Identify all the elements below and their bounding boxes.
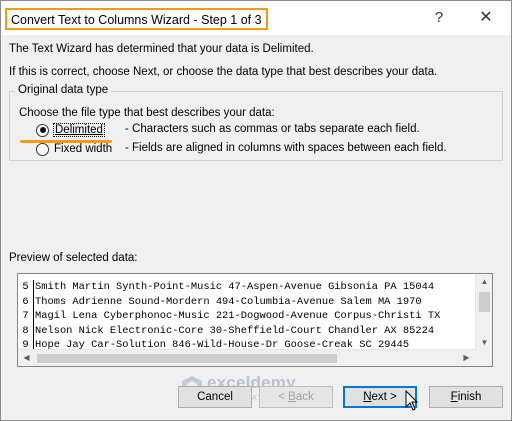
finish-suffix: inish [457,391,482,403]
finish-button[interactable]: Finish [429,386,503,408]
fixed-width-label[interactable]: Fixed width [54,143,112,155]
preview-row: 5 Smith Martin Synth-Point-Music 47-Aspe… [18,280,476,295]
scroll-up-arrow-icon[interactable]: ▲ [476,274,492,289]
horizontal-scroll-thumb[interactable] [37,354,337,363]
title-bar: Convert Text to Columns Wizard - Step 1 … [1,1,511,35]
vertical-scroll-thumb[interactable] [479,292,490,312]
close-button[interactable]: ✕ [471,7,501,29]
delimited-label[interactable]: Delimited [53,123,105,137]
group-prompt: Choose the file type that best describes… [19,107,275,119]
row-text: Magil Lena Cyberphonoc-Music 221-Dogwood… [35,310,441,322]
next-suffix: ext > [371,391,397,403]
row-text: Thoms Adrienne Sound-Mordern 494-Columbi… [35,295,422,308]
vertical-scrollbar[interactable]: ▲ ▼ [475,274,492,350]
fixed-width-radio-button[interactable] [36,142,49,156]
back-accesskey: B [288,391,296,403]
preview-row: 8 Nelson Nick Electronic-Core 30-Sheffie… [18,323,476,338]
preview-row: 6 Thoms Adrienne Sound-Mordern 494-Colum… [18,294,476,309]
finish-accesskey: F [450,391,458,403]
back-prefix: < [278,391,289,403]
scroll-down-arrow-icon[interactable]: ▼ [476,335,492,350]
mouse-pointer-icon [405,390,419,411]
next-accesskey: N [363,391,372,403]
text-to-columns-dialog: Convert Text to Columns Wizard - Step 1 … [0,0,512,421]
intro-line-2: If this is correct, choose Next, or choo… [9,66,438,78]
cancel-button[interactable]: Cancel [178,386,252,408]
row-text: Smith Martin Synth-Point-Music 47-Aspen-… [35,281,435,293]
back-suffix: ack [295,391,314,403]
window-title: Convert Text to Columns Wizard - Step 1 … [5,8,268,30]
fixed-width-description: - Fields are aligned in columns with spa… [125,142,447,154]
back-button[interactable]: < Back [259,386,333,408]
help-button[interactable]: ? [425,7,453,29]
row-text: Nelson Nick Electronic-Core 30-Sheffield… [35,324,435,337]
group-legend: Original data type [15,84,112,96]
preview-label: Preview of selected data: [9,252,138,264]
row-number: 7 [18,309,34,324]
delimited-radio-button[interactable] [36,123,49,137]
preview-row: 7 Magil Lena Cyberphonoc-Music 221-Dogwo… [18,309,476,324]
row-number: 8 [18,323,34,338]
horizontal-scrollbar[interactable]: ◀ ▶ [18,349,492,366]
delimited-description: - Characters such as commas or tabs sepa… [125,123,420,135]
row-number: 5 [18,280,34,295]
preview-rows: 5 Smith Martin Synth-Point-Music 47-Aspe… [18,280,476,353]
scrollbar-corner [475,349,492,366]
intro-line-1: The Text Wizard has determined that your… [9,43,314,55]
fixed-width-radio-option[interactable]: Fixed width [36,141,112,157]
row-number: 6 [18,294,34,309]
scroll-left-arrow-icon[interactable]: ◀ [18,350,35,366]
data-preview-pane[interactable]: 5 Smith Martin Synth-Point-Music 47-Aspe… [17,273,493,367]
scroll-right-arrow-icon[interactable]: ▶ [458,350,475,366]
delimited-radio-option[interactable]: Delimited [36,122,105,138]
